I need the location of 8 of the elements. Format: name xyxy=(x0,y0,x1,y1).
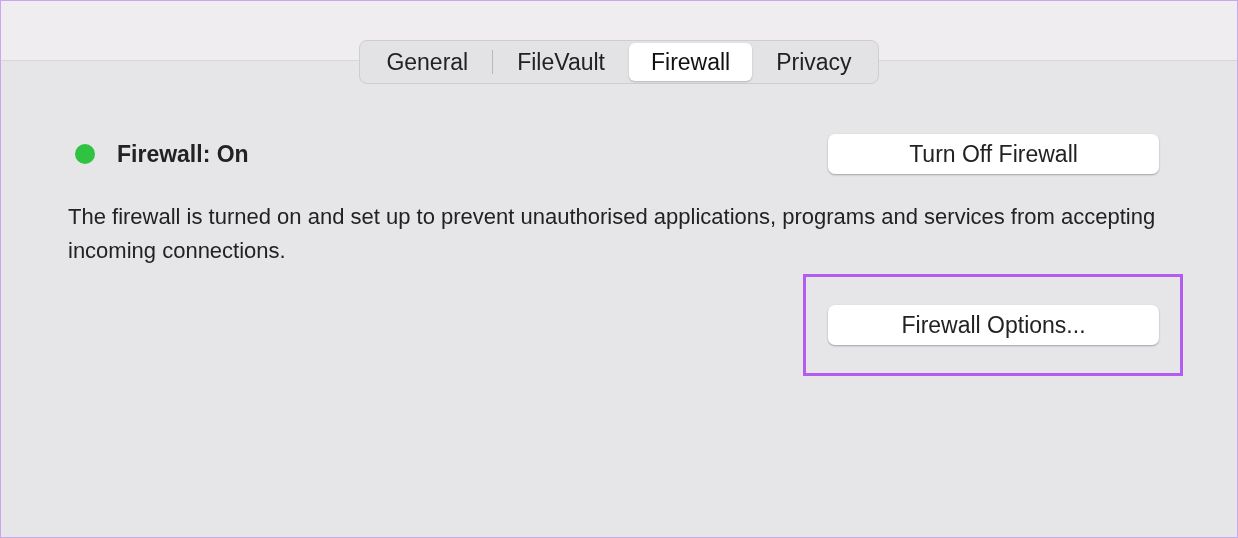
tab[interactable]: FileVault xyxy=(493,43,629,81)
firewall-description: The firewall is turned on and set up to prevent unauthorised applications, programs and services from accepting incoming connections. xyxy=(68,203,1157,265)
firewall-status: Firewall: On xyxy=(117,139,249,169)
turn-off-firewall-button[interactable]: Turn Off Firewall xyxy=(828,134,1159,174)
tab[interactable]: Firewall xyxy=(629,43,753,81)
tab[interactable]: General xyxy=(362,43,493,81)
firewall-options-button[interactable]: Firewall Options... xyxy=(828,305,1159,345)
tab[interactable]: Privacy xyxy=(752,43,876,81)
